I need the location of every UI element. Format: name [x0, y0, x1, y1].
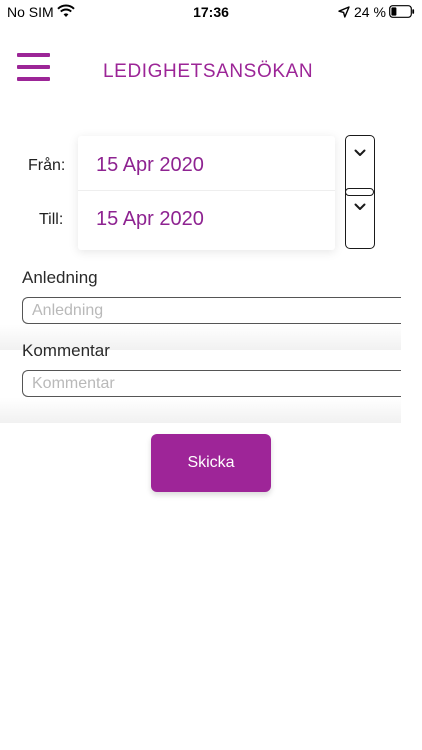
submit-button[interactable]: Skicka — [151, 434, 271, 492]
battery-icon — [389, 5, 415, 18]
menu-bar — [17, 65, 50, 69]
page-title: LEDIGHETSANSÖKAN — [103, 61, 314, 82]
comment-label: Kommentar — [22, 341, 110, 360]
chevron-down-icon[interactable] — [354, 149, 366, 157]
from-date-value[interactable]: 15 Apr 2020 — [96, 154, 204, 177]
reason-label: Anledning — [22, 268, 98, 287]
hamburger-menu-icon[interactable] — [17, 53, 51, 83]
chevron-down-icon[interactable] — [354, 203, 366, 211]
page-edge — [401, 294, 422, 424]
from-label: Från: — [28, 157, 66, 174]
comment-input[interactable] — [22, 370, 412, 397]
to-label: Till: — [39, 211, 64, 228]
reason-input[interactable] — [22, 297, 412, 324]
status-bar: No SIM 17:36 24 % — [0, 0, 422, 24]
date-dropdown-stepper — [345, 135, 375, 249]
battery-percent-text: 24 % — [354, 4, 386, 20]
date-divider — [78, 190, 335, 191]
menu-bar — [17, 77, 50, 81]
menu-bar — [17, 53, 50, 57]
to-date-value[interactable]: 15 Apr 2020 — [96, 208, 204, 231]
location-arrow-icon — [338, 6, 350, 18]
stepper-divider — [345, 188, 374, 196]
